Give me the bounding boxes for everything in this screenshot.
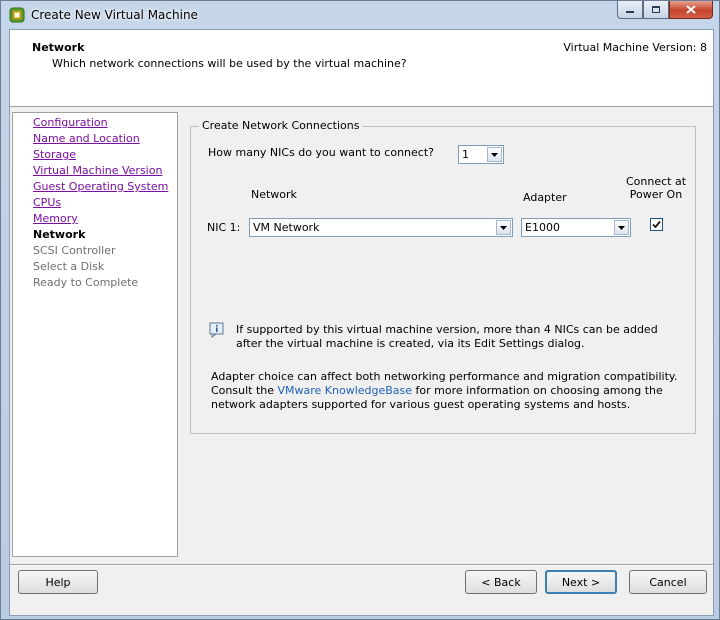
network-column-header: Network xyxy=(251,188,297,201)
vsphere-app-icon xyxy=(9,7,25,23)
nic-1-adapter-select[interactable]: E1000 xyxy=(521,218,631,237)
nic-1-adapter-dropdown-button[interactable] xyxy=(614,220,629,235)
step-cpus[interactable]: CPUs xyxy=(33,195,177,211)
step-memory[interactable]: Memory xyxy=(33,211,177,227)
wizard-header: Network Which network connections will b… xyxy=(10,30,713,107)
window-title: Create New Virtual Machine xyxy=(31,8,198,22)
step-configuration[interactable]: Configuration xyxy=(33,115,177,131)
chevron-down-icon xyxy=(491,152,498,157)
network-connections-group: Create Network Connections How many NICs… xyxy=(190,119,696,434)
close-button[interactable] xyxy=(669,1,713,19)
nic-count-select[interactable]: 1 xyxy=(458,145,504,164)
step-network: Network xyxy=(33,228,86,241)
nic-count-label: How many NICs do you want to connect? xyxy=(208,146,434,159)
vmware-knowledgebase-link[interactable]: VMware KnowledgeBase xyxy=(278,384,413,397)
cancel-button[interactable]: Cancel xyxy=(629,570,707,594)
step-name-and-location[interactable]: Name and Location xyxy=(33,131,177,147)
adapter-choice-note: Adapter choice can affect both networkin… xyxy=(211,370,681,412)
nic-1-network-select[interactable]: VM Network xyxy=(249,218,513,237)
footer-separator xyxy=(10,564,713,566)
nic-count-dropdown-button[interactable] xyxy=(487,147,502,162)
step-scsi-controller: SCSI Controller xyxy=(33,244,116,257)
adapter-column-header: Adapter xyxy=(523,191,567,204)
wizard-steps-list: Configuration Name and Location Storage … xyxy=(12,112,178,557)
maximize-button[interactable] xyxy=(643,1,669,19)
minimize-button[interactable] xyxy=(617,1,643,19)
nic-limit-info-text: If supported by this virtual machine ver… xyxy=(236,323,658,350)
group-legend: Create Network Connections xyxy=(199,119,363,132)
nic-1-network-value: VM Network xyxy=(253,221,320,234)
nic-1-network-dropdown-button[interactable] xyxy=(496,220,511,235)
nic-count-value: 1 xyxy=(462,148,469,161)
step-guest-operating-system[interactable]: Guest Operating System xyxy=(33,179,177,195)
minimize-icon xyxy=(626,10,634,13)
nic-1-label: NIC 1: xyxy=(207,221,241,234)
connect-at-power-on-header: Connect at Power On xyxy=(625,175,687,201)
step-ready-to-complete: Ready to Complete xyxy=(33,276,139,289)
page-subtitle: Which network connections will be used b… xyxy=(52,57,407,70)
back-button[interactable]: < Back xyxy=(465,570,537,594)
step-select-a-disk: Select a Disk xyxy=(33,260,105,273)
page-title: Network xyxy=(32,41,85,54)
nic-1-adapter-value: E1000 xyxy=(525,221,560,234)
chevron-down-icon xyxy=(500,225,507,230)
step-storage[interactable]: Storage xyxy=(33,147,177,163)
next-button[interactable]: Next > xyxy=(545,570,617,594)
wizard-window: Create New Virtual Machine Network Which… xyxy=(0,0,720,620)
caption-buttons xyxy=(617,1,713,21)
info-icon xyxy=(209,322,224,338)
title-bar[interactable]: Create New Virtual Machine xyxy=(1,1,719,29)
vm-version-label: Virtual Machine Version: 8 xyxy=(563,41,707,54)
nic-1-connect-checkbox[interactable] xyxy=(650,218,663,231)
dialog-client-area: Network Which network connections will b… xyxy=(9,29,714,616)
maximize-icon xyxy=(652,6,660,13)
close-icon xyxy=(686,5,696,14)
help-button[interactable]: Help xyxy=(18,570,98,594)
checkmark-icon xyxy=(652,220,661,229)
chevron-down-icon xyxy=(618,225,625,230)
step-virtual-machine-version[interactable]: Virtual Machine Version xyxy=(33,163,177,179)
